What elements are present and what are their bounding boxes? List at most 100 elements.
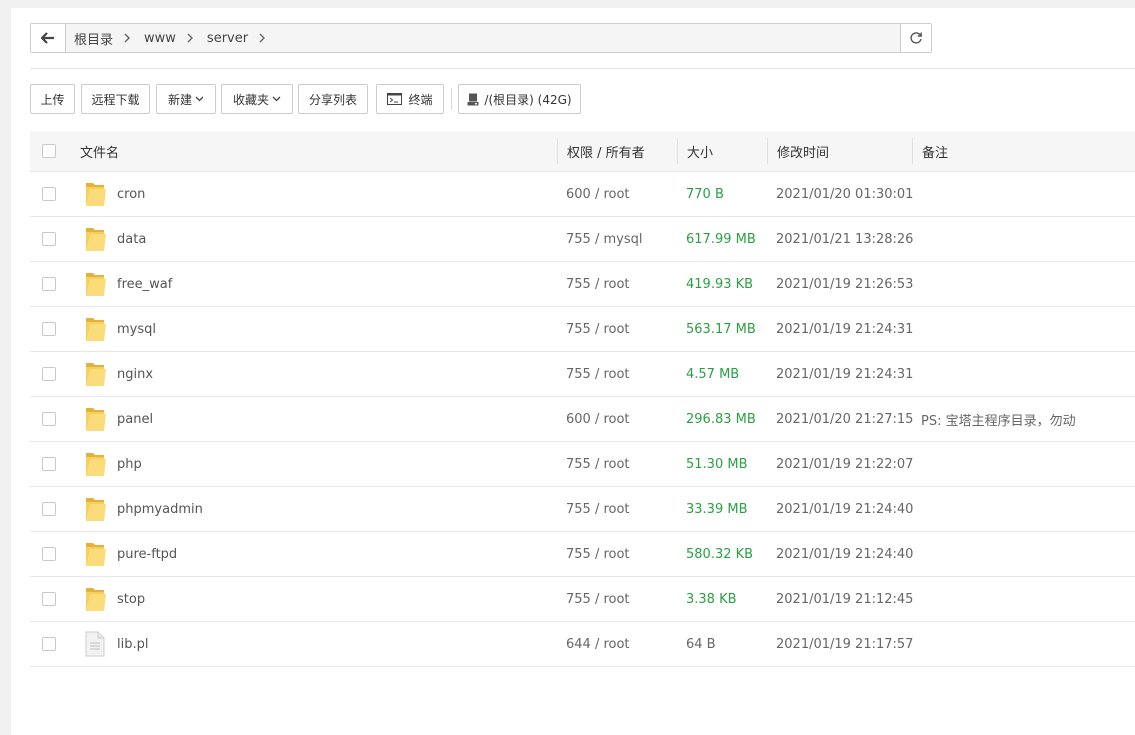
permission-link[interactable]: 755 / root xyxy=(566,487,630,531)
refresh-button[interactable] xyxy=(900,24,931,52)
terminal-button[interactable]: 终端 xyxy=(376,84,444,114)
new-dropdown-button[interactable]: 新建 xyxy=(156,84,216,114)
table-row[interactable]: pure-ftpd 755 / root 580.32 KB 2021/01/19 2… xyxy=(30,532,1135,577)
table-row[interactable]: free_waf 755 / root 419.93 KB 2021/01/19 21… xyxy=(30,262,1135,307)
row-checkbox[interactable] xyxy=(42,592,56,606)
modified-time: 2021/01/19 21:12:45 xyxy=(776,591,914,607)
file-name-link[interactable]: php xyxy=(117,442,142,486)
row-checkbox[interactable] xyxy=(42,547,56,561)
table-row[interactable]: cron 600 / root 770 B 2021/01/20 01:30:01 xyxy=(30,172,1135,217)
row-checkbox[interactable] xyxy=(42,187,56,201)
path-bar: 根目录 www server xyxy=(30,23,932,53)
header-size[interactable]: 大小 xyxy=(687,131,713,171)
hard-drive-icon xyxy=(467,93,479,105)
favorites-dropdown-button[interactable]: 收藏夹 xyxy=(221,84,293,114)
permission-link[interactable]: 755 / root xyxy=(566,307,630,351)
disk-button[interactable]: /(根目录) (42G) xyxy=(458,84,581,114)
disk-label: /(根目录) (42G) xyxy=(484,92,572,107)
size-value[interactable]: 580.32 KB xyxy=(686,532,753,576)
row-checkbox[interactable] xyxy=(42,412,56,426)
folder-icon xyxy=(84,442,106,486)
table-row[interactable]: nginx 755 / root 4.57 MB 2021/01/19 21:24:3… xyxy=(30,352,1135,397)
permission-link[interactable]: 644 / root xyxy=(566,622,630,666)
size-value: 64 B xyxy=(686,636,716,652)
share-list-button[interactable]: 分享列表 xyxy=(298,84,368,114)
permission-link[interactable]: 755 / root xyxy=(566,352,630,396)
file-name-link[interactable]: phpmyadmin xyxy=(117,487,203,531)
share-list-label: 分享列表 xyxy=(308,92,357,107)
terminal-label: 终端 xyxy=(408,92,433,107)
folder-icon xyxy=(84,487,106,531)
permission-link[interactable]: 755 / mysql xyxy=(566,217,642,261)
file-name-link[interactable]: nginx xyxy=(117,352,153,396)
modified-time: 2021/01/21 13:28:26 xyxy=(776,231,914,247)
breadcrumb: 根目录 www server xyxy=(65,24,899,52)
chevron-down-icon xyxy=(272,96,281,102)
table-row[interactable]: panel 600 / root 296.83 MB 2021/01/20 21:27… xyxy=(30,397,1135,442)
folder-icon xyxy=(84,352,106,396)
file-name-link[interactable]: stop xyxy=(117,577,145,621)
row-checkbox[interactable] xyxy=(42,322,56,336)
permission-link[interactable]: 600 / root xyxy=(566,397,630,441)
permission-link[interactable]: 755 / root xyxy=(566,442,630,486)
permission-link[interactable]: 755 / root xyxy=(566,532,630,576)
modified-time: 2021/01/20 01:30:01 xyxy=(776,186,914,202)
permission-link[interactable]: 755 / root xyxy=(566,262,630,306)
select-all-checkbox[interactable] xyxy=(42,144,56,158)
size-value[interactable]: 296.83 MB xyxy=(686,397,756,441)
remote-download-button[interactable]: 远程下载 xyxy=(81,84,150,114)
file-name-link[interactable]: lib.pl xyxy=(117,622,148,666)
size-value[interactable]: 4.57 MB xyxy=(686,352,739,396)
column-divider xyxy=(767,138,768,164)
file-name-link[interactable]: mysql xyxy=(117,307,156,351)
row-checkbox[interactable] xyxy=(42,277,56,291)
size-value[interactable]: 51.30 MB xyxy=(686,442,747,486)
upload-button[interactable]: 上传 xyxy=(30,84,75,114)
header-note: 备注 xyxy=(922,145,949,161)
back-button[interactable] xyxy=(31,24,66,52)
size-value[interactable]: 33.39 MB xyxy=(686,487,747,531)
chevron-right-icon xyxy=(113,33,131,43)
crumb-server[interactable]: server xyxy=(194,31,248,46)
size-value[interactable]: 3.38 KB xyxy=(686,577,737,621)
remote-download-label: 远程下载 xyxy=(91,92,140,107)
row-checkbox[interactable] xyxy=(42,367,56,381)
table-row[interactable]: mysql 755 / root 563.17 MB 2021/01/19 21:24… xyxy=(30,307,1135,352)
permission-link[interactable]: 755 / root xyxy=(566,577,630,621)
upload-label: 上传 xyxy=(40,92,65,107)
table-row[interactable]: data 755 / mysql 617.99 MB 2021/01/21 13:28… xyxy=(30,217,1135,262)
header-name[interactable]: 文件名 xyxy=(80,131,119,171)
modified-time: 2021/01/19 21:24:31 xyxy=(776,321,914,337)
arrow-left-icon xyxy=(41,32,54,44)
file-name-link[interactable]: cron xyxy=(117,172,145,216)
row-checkbox[interactable] xyxy=(42,637,56,651)
file-name-link[interactable]: free_waf xyxy=(117,262,172,306)
table-row[interactable]: stop 755 / root 3.38 KB 2021/01/19 21:12:45 xyxy=(30,577,1135,622)
size-value[interactable]: 419.93 KB xyxy=(686,262,753,306)
permission-link[interactable]: 600 / root xyxy=(566,172,630,216)
size-value[interactable]: 770 B xyxy=(686,172,724,216)
header-mtime[interactable]: 修改时间 xyxy=(777,131,829,171)
column-divider xyxy=(557,138,558,164)
header-perm[interactable]: 权限 / 所有者 xyxy=(567,131,645,171)
row-checkbox[interactable] xyxy=(42,232,56,246)
chevron-down-icon xyxy=(195,96,204,102)
row-checkbox[interactable] xyxy=(42,457,56,471)
modified-time: 2021/01/20 21:27:15 xyxy=(776,411,914,427)
table-row[interactable]: phpmyadmin 755 / root 33.39 MB 2021/01/19 2… xyxy=(30,487,1135,532)
table-row[interactable]: php 755 / root 51.30 MB 2021/01/19 21:22:07 xyxy=(30,442,1135,487)
file-name-link[interactable]: panel xyxy=(117,397,153,441)
table-row[interactable]: lib.pl 644 / root 64 B 2021/01/19 21:17:57 xyxy=(30,622,1135,667)
crumb-root[interactable]: 根目录 xyxy=(65,29,113,48)
size-value[interactable]: 617.99 MB xyxy=(686,217,756,261)
crumb-www[interactable]: www xyxy=(131,31,176,46)
file-name-link[interactable]: pure-ftpd xyxy=(117,532,177,576)
note-text[interactable]: PS: 宝塔主程序目录，勿动 xyxy=(921,397,1076,441)
folder-icon xyxy=(84,172,106,216)
chevron-right-icon xyxy=(248,33,266,43)
row-checkbox[interactable] xyxy=(42,502,56,516)
folder-icon xyxy=(84,397,106,441)
file-name-link[interactable]: data xyxy=(117,217,146,261)
size-value[interactable]: 563.17 MB xyxy=(686,307,756,351)
refresh-icon xyxy=(910,32,922,44)
